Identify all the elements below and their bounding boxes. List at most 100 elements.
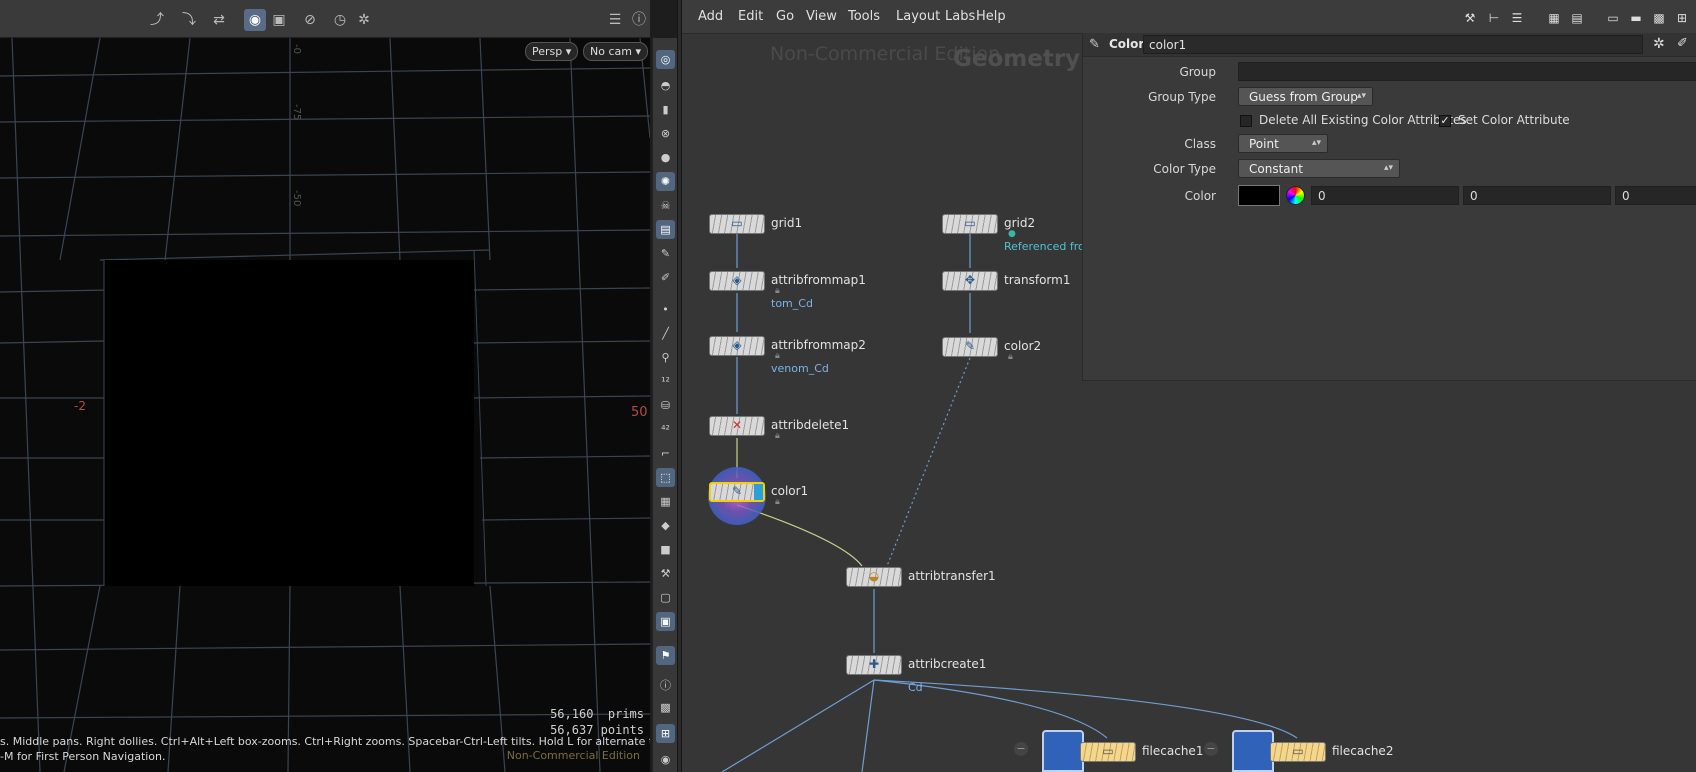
- delete-attrs-checkbox[interactable]: [1240, 115, 1252, 127]
- numbers-icon[interactable]: ¹²: [656, 372, 675, 391]
- numbers-alt-icon[interactable]: ⁴²: [656, 420, 675, 439]
- node-sublabel: tom_Cd: [771, 297, 813, 310]
- node-label: attribcreate1: [908, 657, 987, 671]
- group-type-label: Group Type: [1148, 90, 1216, 104]
- node-label: filecache1: [1142, 744, 1204, 758]
- lock-icon[interactable]: ▮: [656, 100, 675, 119]
- collapse-icon[interactable]: −: [1204, 742, 1218, 756]
- select-tool-icon[interactable]: ⬚: [656, 468, 675, 487]
- brush-icon[interactable]: ✎: [656, 244, 675, 263]
- green-object-icon[interactable]: ■: [656, 540, 675, 559]
- sphere-icon[interactable]: ●: [656, 148, 675, 167]
- node-grid2[interactable]: ▭ grid2 ● Referenced from: [942, 214, 1095, 253]
- diamond-icon[interactable]: ◆: [656, 516, 675, 535]
- node-label: color1: [771, 484, 809, 498]
- color-type-menu[interactable]: Constant ▴▾: [1238, 159, 1400, 178]
- grid-label-left: -2: [74, 399, 86, 413]
- render-view-icon[interactable]: ▣: [656, 612, 675, 631]
- viewport-canvas[interactable]: -0 -75 -50 -2 50: [0, 37, 650, 772]
- paint-icon[interactable]: ✐: [656, 268, 675, 287]
- node-transform1[interactable]: ✥ transform1: [942, 271, 1070, 291]
- skull-icon[interactable]: ☠: [656, 196, 675, 215]
- help-icon[interactable]: ⓘ: [628, 9, 650, 31]
- group-type-menu[interactable]: Guess from Group ▴▾: [1238, 87, 1373, 106]
- menu-arrows-icon: ▴▾: [1311, 138, 1321, 148]
- delete-node-icon: ✕: [731, 418, 743, 432]
- wand-icon[interactable]: ⚲: [656, 348, 675, 367]
- point-icon[interactable]: •: [656, 300, 675, 319]
- grid-layout-icon[interactable]: ⊞: [656, 724, 675, 743]
- persp-menu-button[interactable]: Persp ▾: [525, 42, 579, 61]
- filecache1-shape[interactable]: [1042, 730, 1084, 772]
- color-swatch[interactable]: [1238, 185, 1280, 206]
- grid-label-top-b: -75: [291, 104, 302, 120]
- handle-icon[interactable]: ⤵: [178, 9, 200, 31]
- node-label: filecache2: [1332, 744, 1394, 758]
- color-type-value: Constant: [1249, 162, 1303, 176]
- class-label: Class: [1184, 137, 1216, 151]
- node-filecache1[interactable]: ▭ filecache1: [1080, 742, 1203, 762]
- color-r-field[interactable]: 0: [1311, 186, 1459, 205]
- color-b-field[interactable]: 0: [1615, 186, 1696, 205]
- node-attribfrommap1[interactable]: ◈ attribfrommap1 🔒︎ tom_Cd: [709, 271, 866, 310]
- transform-icon[interactable]: ⇄: [208, 9, 230, 31]
- grid-label-top-c: -50: [291, 190, 302, 206]
- checker-icon[interactable]: ▦: [656, 492, 675, 511]
- scene-viewport[interactable]: ⤴ ⤵ ⇄ ◉ ▣ ⊘ ◷ ✲ ☰ ⓘ -0 -75 -50 -2 50 Per…: [0, 0, 650, 772]
- group-label: Group: [1179, 65, 1216, 79]
- node-attribfrommap2[interactable]: ◈ attribfrommap2 🔒︎ venom_Cd: [709, 336, 866, 375]
- no-entry-icon[interactable]: ⊘: [299, 9, 321, 31]
- node-label: attribfrommap2: [771, 338, 866, 352]
- node-attribtransfer1[interactable]: ◒ attribtransfer1: [846, 567, 996, 587]
- color-wheel-icon[interactable]: [1286, 186, 1305, 205]
- set-color-checkbox[interactable]: ✓: [1439, 115, 1451, 127]
- timer-icon[interactable]: ◷: [329, 9, 351, 31]
- display-options-icon[interactable]: ☰: [604, 9, 626, 31]
- camera-tool-icon[interactable]: ▤: [656, 220, 675, 239]
- node-attribdelete1[interactable]: ✕ attribdelete1 🔒︎: [709, 416, 849, 441]
- view-icon[interactable]: ◉: [244, 9, 266, 31]
- camera-label: No cam: [590, 45, 632, 58]
- node-label: grid1: [771, 216, 803, 230]
- pick-icon[interactable]: ⚒: [656, 564, 675, 583]
- eye-icon[interactable]: ◉: [656, 750, 675, 769]
- gear-icon[interactable]: ✲: [1653, 36, 1665, 52]
- settings-icon[interactable]: ✲: [353, 9, 375, 31]
- pin-icon[interactable]: ⚑: [656, 646, 675, 665]
- transfer-node-icon: ◒: [868, 569, 880, 583]
- filecache-node-icon: ▭: [1292, 744, 1304, 758]
- camera-menu-button[interactable]: No cam ▾: [583, 42, 648, 61]
- node-label: grid2: [1004, 216, 1036, 230]
- node-filecache2[interactable]: ▭ filecache2: [1270, 742, 1393, 762]
- class-menu[interactable]: Point ▴▾: [1238, 134, 1328, 153]
- node-label: transform1: [1004, 273, 1071, 287]
- help-tool-icon[interactable]: ✐: [1677, 36, 1688, 51]
- select-pose-icon[interactable]: ⤴: [146, 9, 168, 31]
- collapse-icon[interactable]: −: [1014, 742, 1028, 756]
- node-sublabel: venom_Cd: [771, 362, 829, 375]
- group-field[interactable]: [1238, 62, 1696, 81]
- node-name-field[interactable]: color1: [1143, 35, 1643, 54]
- lock-icon: 🔒︎: [775, 431, 780, 441]
- xray-icon[interactable]: ⊗: [656, 124, 675, 143]
- color-g-field[interactable]: 0: [1463, 186, 1611, 205]
- node-attribcreate1[interactable]: ✚ attribcreate1 Cd: [846, 655, 986, 694]
- lock-icon: 🔒︎: [1008, 352, 1013, 362]
- info-icon[interactable]: ⓘ: [656, 676, 675, 695]
- node-color2[interactable]: ✎ color2 🔒︎: [942, 337, 1041, 362]
- filecache2-shape[interactable]: [1232, 730, 1274, 772]
- edge-icon[interactable]: ╱: [656, 324, 675, 343]
- ghost-icon[interactable]: ◓: [656, 76, 675, 95]
- node-color1[interactable]: ✎ color1 🔒︎: [709, 482, 808, 507]
- corner-icon[interactable]: ⌐: [656, 444, 675, 463]
- node-grid1[interactable]: ▭ grid1: [709, 214, 802, 234]
- node-label: attribtransfer1: [908, 569, 996, 583]
- node-label: attribdelete1: [771, 418, 850, 432]
- view-tool-icon[interactable]: ◎: [656, 50, 675, 69]
- grid-label-top-a: -0: [291, 44, 302, 54]
- viewport-layout-icon[interactable]: ▩: [656, 698, 675, 717]
- light-icon[interactable]: ✺: [656, 172, 675, 191]
- snapshot-icon[interactable]: ▣: [268, 9, 290, 31]
- box-icon[interactable]: ▢: [656, 588, 675, 607]
- bucket-icon[interactable]: ⛁: [656, 396, 675, 415]
